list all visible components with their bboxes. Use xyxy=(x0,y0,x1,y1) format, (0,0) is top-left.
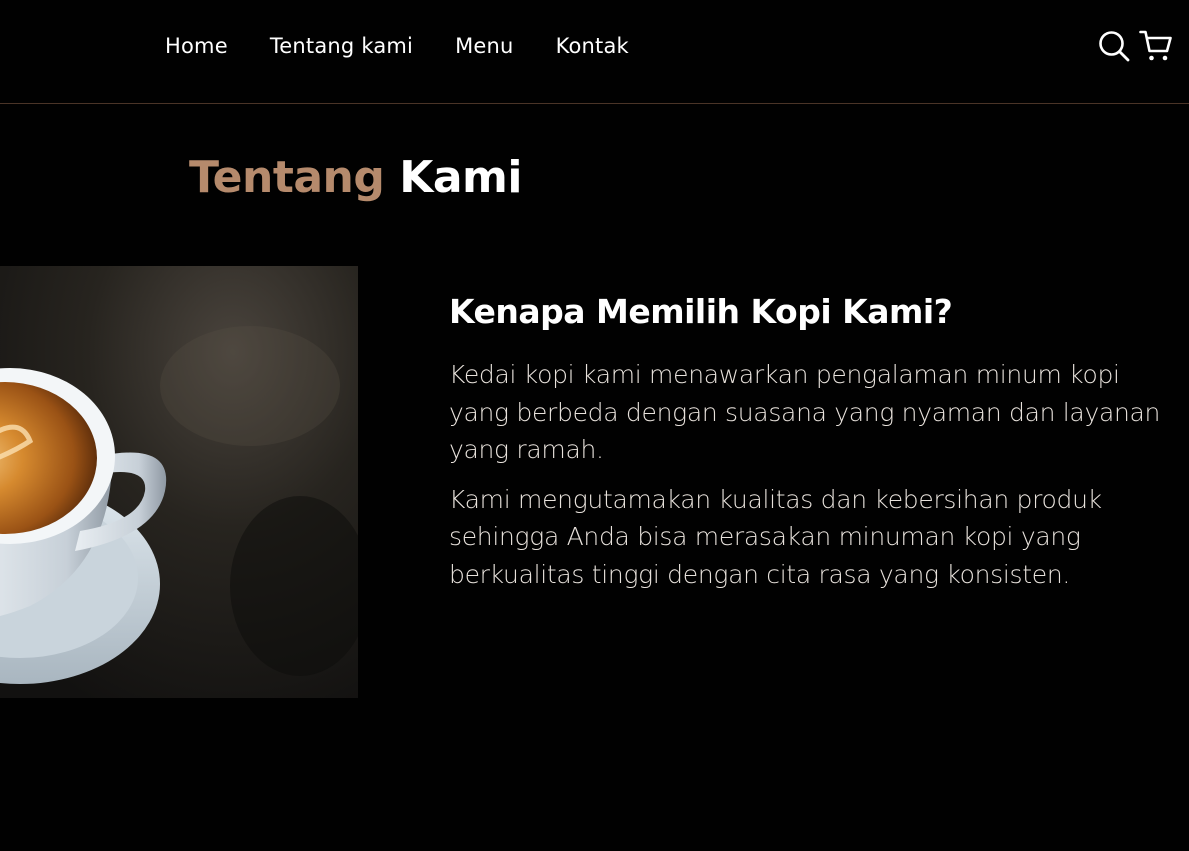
section-title-main: Kami xyxy=(399,152,522,203)
coffee-cup-illustration xyxy=(0,266,358,698)
section-title-accent: Tentang xyxy=(189,152,385,203)
search-icon[interactable] xyxy=(1097,29,1131,63)
nav-link-menu[interactable]: Menu xyxy=(455,30,513,62)
nav-icons xyxy=(1097,29,1173,63)
about-paragraph-2: Kami mengutamakan kualitas dan kebersiha… xyxy=(449,484,1102,589)
about-heading: Kenapa Memilih Kopi Kami? xyxy=(449,292,953,331)
nav-link-tentang-kami[interactable]: Tentang kami xyxy=(270,30,413,62)
nav-links: Home Tentang kami Menu Kontak xyxy=(165,30,671,62)
about-content: Kenapa Memilih Kopi Kami? Kedai kopi kam… xyxy=(449,290,1179,605)
coffee-cup-image xyxy=(0,266,358,698)
shopping-cart-icon[interactable] xyxy=(1139,29,1173,63)
nav-link-home[interactable]: Home xyxy=(165,30,228,62)
nav-link-kontak[interactable]: Kontak xyxy=(556,30,629,62)
section-title: Tentang Kami xyxy=(189,148,522,208)
about-paragraph-1: Kedai kopi kami menawarkan pengalaman mi… xyxy=(449,360,1161,464)
navbar: Home Tentang kami Menu Kontak xyxy=(0,0,1189,104)
